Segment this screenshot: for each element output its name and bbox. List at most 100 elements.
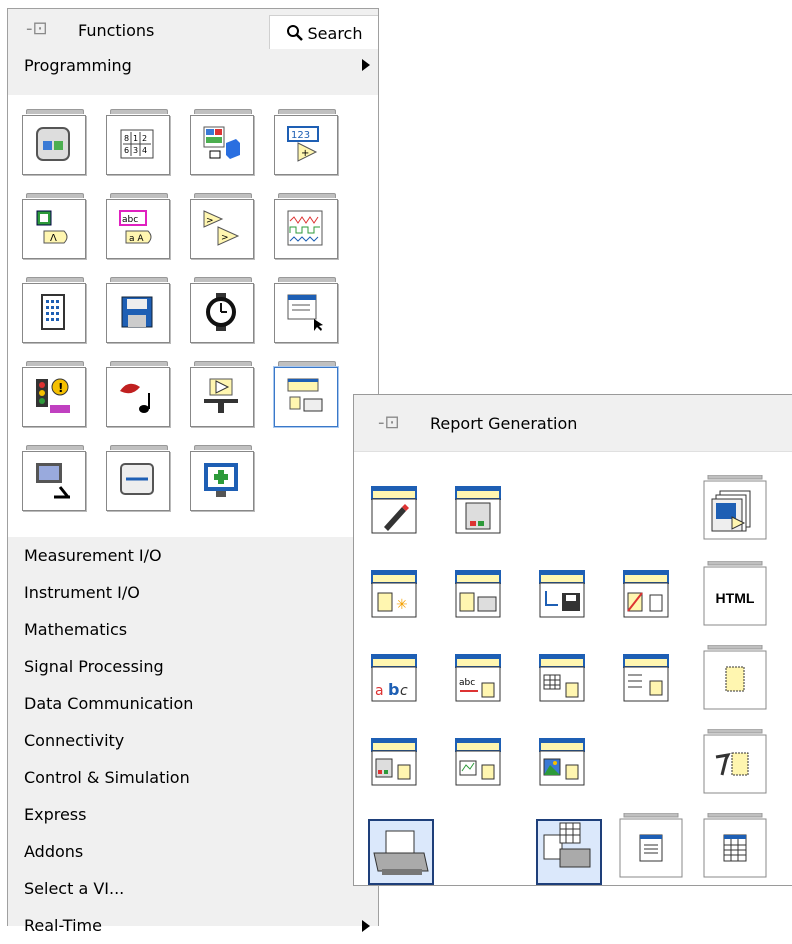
svg-text:+: + bbox=[301, 148, 309, 159]
category-programming[interactable]: Programming bbox=[8, 49, 378, 81]
array-tile[interactable]: 812 634 bbox=[106, 109, 170, 175]
svg-text:123: 123 bbox=[291, 130, 310, 141]
svg-text:>: > bbox=[206, 216, 214, 226]
cluster-tile[interactable] bbox=[190, 109, 254, 175]
connector-icon bbox=[120, 463, 154, 495]
append-control-image-tile[interactable] bbox=[368, 735, 434, 801]
svg-text:✳: ✳ bbox=[396, 597, 408, 613]
svg-text:abc: abc bbox=[122, 215, 138, 225]
dialog-ui-tile[interactable] bbox=[274, 277, 338, 343]
application-control-icon bbox=[204, 378, 238, 413]
append-image-tile[interactable] bbox=[536, 735, 602, 801]
report-tools-tile[interactable] bbox=[702, 729, 768, 795]
extra-tile[interactable] bbox=[190, 445, 254, 511]
string-tile[interactable]: abc a A bbox=[106, 193, 170, 259]
health-monitor-icon bbox=[204, 463, 238, 497]
report-generation-tile[interactable] bbox=[274, 361, 338, 427]
category-item[interactable]: Instrument I/O bbox=[8, 574, 378, 611]
numeric-tile[interactable]: 123 + bbox=[274, 109, 338, 175]
advanced-report-tile[interactable] bbox=[702, 475, 768, 541]
svg-text:b: b bbox=[388, 680, 399, 699]
category-item[interactable]: Express bbox=[8, 796, 378, 833]
report-document-tile[interactable] bbox=[702, 645, 768, 711]
print-table-tile[interactable] bbox=[702, 813, 768, 879]
search-icon bbox=[286, 25, 303, 41]
svg-text:!: ! bbox=[58, 381, 63, 395]
category-item[interactable]: Mathematics bbox=[8, 611, 378, 648]
search-button[interactable]: Search bbox=[269, 15, 378, 50]
traffic-light-icon: ! bbox=[36, 378, 70, 413]
printer-tile[interactable] bbox=[368, 819, 434, 885]
timing-tile[interactable] bbox=[190, 277, 254, 343]
append-graph-tile[interactable] bbox=[452, 735, 518, 801]
svg-text:Λ: Λ bbox=[50, 233, 57, 244]
svg-text:6: 6 bbox=[124, 146, 129, 155]
waveform-icon bbox=[287, 210, 323, 246]
svg-text:a: a bbox=[375, 683, 384, 699]
append-list-tile[interactable] bbox=[620, 651, 686, 717]
html-label: HTML bbox=[715, 590, 755, 606]
print-panel-tile[interactable] bbox=[536, 819, 602, 885]
array-icon: 8 1 2 6 3 4 bbox=[120, 129, 154, 159]
sound-icon bbox=[120, 383, 150, 413]
print-report-tile[interactable] bbox=[452, 567, 518, 633]
svg-text:1: 1 bbox=[133, 134, 138, 143]
functions-palette: -⊡ Functions Search Programming 812 634 1… bbox=[7, 8, 379, 935]
pin-icon[interactable]: -⊡ bbox=[378, 412, 400, 433]
new-report-star-tile[interactable]: ✳ bbox=[368, 567, 434, 633]
structures-tile[interactable] bbox=[22, 109, 86, 175]
html-tile[interactable]: HTML bbox=[702, 561, 768, 627]
palette-title: Functions bbox=[78, 21, 155, 40]
vi-server-tile[interactable] bbox=[22, 445, 86, 511]
svg-text:>: > bbox=[221, 233, 229, 243]
report-printer-icon bbox=[287, 378, 323, 412]
waveform-tile[interactable] bbox=[274, 193, 338, 259]
functions-titlebar: -⊡ Functions Search bbox=[8, 9, 378, 50]
pin-icon[interactable]: -⊡ bbox=[26, 18, 48, 39]
synchronization-tile[interactable]: ! bbox=[22, 361, 86, 427]
dialog-icon bbox=[287, 294, 323, 331]
svg-text:2: 2 bbox=[142, 134, 147, 143]
category-item[interactable]: Signal Processing bbox=[8, 648, 378, 685]
cluster-class-tile[interactable] bbox=[22, 277, 86, 343]
svg-text:a A: a A bbox=[129, 234, 144, 244]
programming-icon-grid: 812634 123 + Λ abc a A > > ! bbox=[8, 95, 378, 537]
application-control-tile[interactable] bbox=[190, 361, 254, 427]
graphics-sound-tile[interactable] bbox=[106, 361, 170, 427]
boolean-icon: Λ bbox=[36, 210, 68, 244]
category-item[interactable]: Select a VI... bbox=[8, 870, 378, 907]
category-item[interactable]: Measurement I/O bbox=[8, 537, 378, 574]
svg-text:3: 3 bbox=[133, 146, 138, 155]
dispose-report-tile[interactable] bbox=[620, 567, 686, 633]
append-string-tile[interactable]: abc bbox=[452, 651, 518, 717]
report-layout-tile[interactable] bbox=[452, 483, 518, 549]
category-item[interactable]: Control & Simulation bbox=[8, 759, 378, 796]
category-item[interactable]: Connectivity bbox=[8, 722, 378, 759]
append-text-tile[interactable]: abc bbox=[368, 651, 434, 717]
category-label: Programming bbox=[24, 55, 132, 75]
search-label: Search bbox=[307, 23, 363, 43]
comparison-tile[interactable]: > > bbox=[190, 193, 254, 259]
print-document-tile[interactable] bbox=[618, 813, 684, 879]
string-icon: abc a A bbox=[119, 210, 152, 244]
comparison-icon: >> bbox=[203, 210, 240, 246]
category-item[interactable]: Data Communication bbox=[8, 685, 378, 722]
numeric-icon: 123 + bbox=[287, 126, 319, 162]
boolean-tile[interactable]: Λ bbox=[22, 193, 86, 259]
svg-text:abc: abc bbox=[459, 678, 475, 688]
report-generation-palette: -⊡ Report Generation ✳ HTML abc abc bbox=[353, 394, 792, 886]
category-item[interactable]: Addons bbox=[8, 833, 378, 870]
events-tile[interactable] bbox=[106, 445, 170, 511]
keypad-icon bbox=[41, 294, 65, 330]
svg-text:8: 8 bbox=[124, 134, 129, 143]
structures-icon bbox=[36, 127, 70, 161]
svg-text:c: c bbox=[400, 683, 408, 699]
watch-icon bbox=[206, 293, 236, 331]
report-titlebar: -⊡ Report Generation bbox=[354, 395, 792, 452]
cluster-icon bbox=[203, 126, 240, 159]
microscope-icon bbox=[36, 463, 70, 499]
append-table-tile[interactable] bbox=[536, 651, 602, 717]
save-report-tile[interactable] bbox=[536, 567, 602, 633]
file-io-tile[interactable] bbox=[106, 277, 170, 343]
new-report-tile[interactable] bbox=[368, 483, 434, 549]
